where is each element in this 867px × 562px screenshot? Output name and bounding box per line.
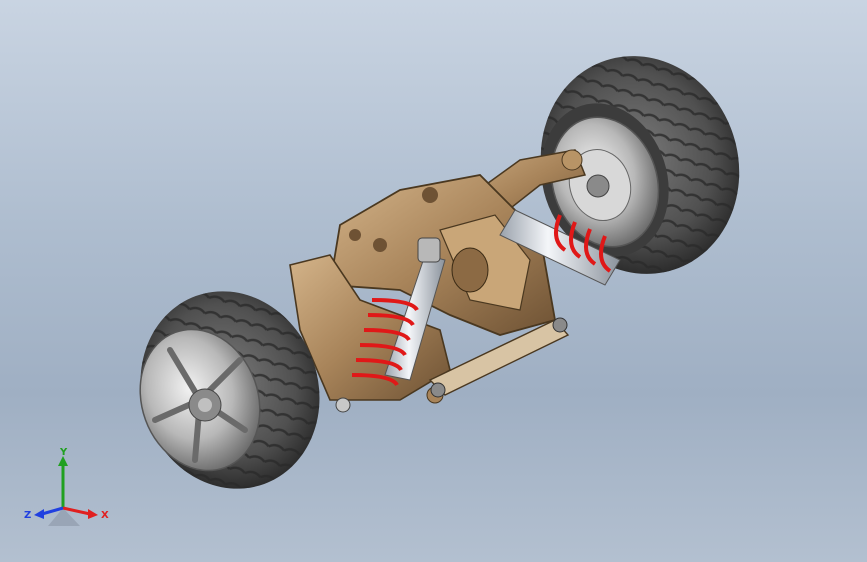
y-axis-label: Y — [59, 447, 68, 458]
suspension-assembly-model[interactable] — [0, 0, 867, 562]
graphics-viewport[interactable]: Y X Z — [0, 0, 867, 562]
orientation-triad[interactable]: Y X Z — [18, 446, 118, 546]
x-axis-label: X — [101, 510, 109, 521]
z-axis-label: Z — [24, 510, 31, 521]
